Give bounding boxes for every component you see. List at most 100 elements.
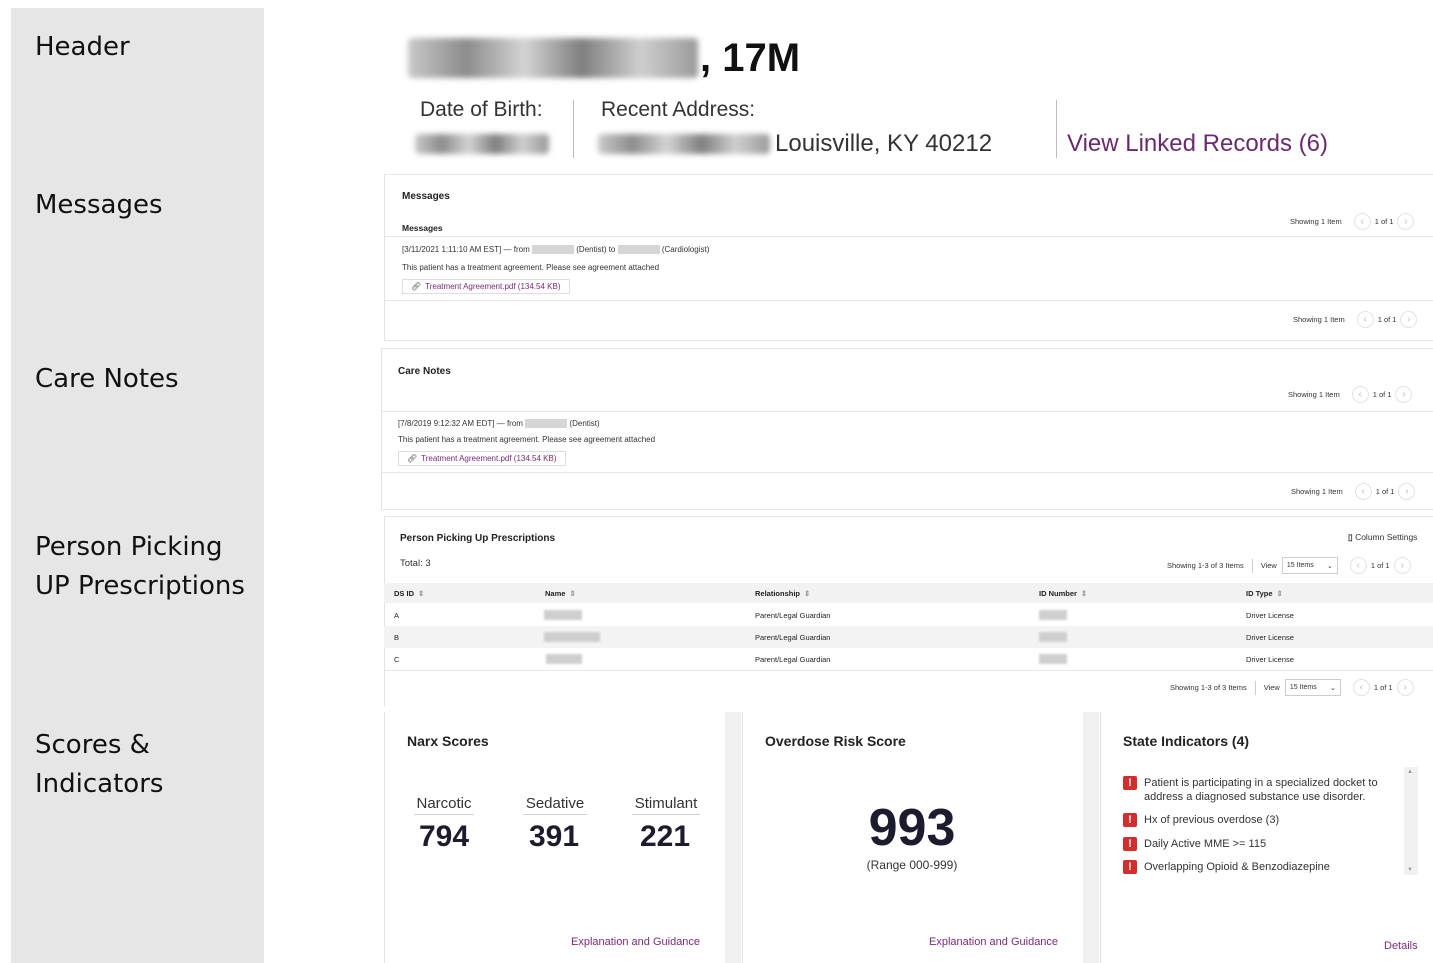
redacted-street bbox=[598, 134, 770, 154]
redacted-id-number bbox=[1039, 632, 1067, 642]
redacted-id-number bbox=[1039, 610, 1067, 620]
dob-label: Date of Birth: bbox=[420, 98, 543, 121]
indicator-item: ! Patient is participating in a speciali… bbox=[1123, 776, 1398, 804]
column-header-label: Relationship bbox=[755, 589, 801, 598]
table-row[interactable]: A Parent/Legal Guardian Driver License bbox=[384, 604, 1433, 626]
narx-explanation-link[interactable]: Explanation and Guidance bbox=[571, 936, 700, 948]
column-header-label: ID Number bbox=[1039, 589, 1077, 598]
message-from-role: (Dentist) to bbox=[576, 245, 616, 254]
care-note-attachment-link[interactable]: 🔗︎ Treatment Agreement.pdf (134.54 KB) bbox=[398, 451, 566, 466]
chevron-left-icon[interactable]: ‹ bbox=[1356, 311, 1374, 328]
indicator-text: Hx of previous overdose (3) bbox=[1144, 814, 1280, 826]
pager-showing: Showing 1 Item bbox=[1293, 315, 1345, 324]
narcotic-label: Narcotic bbox=[416, 795, 472, 812]
section-label-header: Header bbox=[35, 32, 130, 62]
patient-age-sex: , 17M bbox=[700, 35, 801, 80]
column-settings-button[interactable]: ▯ Column Settings bbox=[1348, 532, 1417, 543]
pickup-table-header: DS ID ⇕ Name ⇕ Relationship ⇕ ID Number ⇕ ID… bbox=[384, 583, 1433, 603]
indicators-details-link[interactable]: Details bbox=[1384, 940, 1418, 952]
section-label-pickup: Person Picking UP Prescriptions bbox=[35, 532, 245, 601]
pager-showing: Showing 1 Item bbox=[1290, 217, 1342, 226]
messages-pager-bottom: Showing 1 Item ‹ 1 of 1 › bbox=[1293, 311, 1421, 328]
column-header-ds-id[interactable]: DS ID ⇕ bbox=[394, 589, 424, 598]
pager-showing: Showing 1-3 of 3 Items bbox=[1167, 561, 1244, 570]
pager-page: 1 of 1 bbox=[1372, 390, 1392, 399]
pager-page: 1 of 1 bbox=[1374, 217, 1394, 226]
header-divider bbox=[573, 100, 574, 158]
pager-view-label: View bbox=[1263, 683, 1280, 692]
attachment-label: Treatment Agreement.pdf (134.54 KB) bbox=[425, 282, 561, 291]
column-header-label: DS ID bbox=[394, 589, 415, 598]
indicator-text: Daily Active MME >= 115 bbox=[1144, 838, 1267, 850]
alert-icon: ! bbox=[1123, 813, 1137, 827]
chevron-left-icon[interactable]: ‹ bbox=[1353, 213, 1371, 230]
indicators-scrollbar[interactable]: ▲ ▼ bbox=[1404, 767, 1418, 875]
message-attachment-link[interactable]: 🔗︎ Treatment Agreement.pdf (134.54 KB) bbox=[402, 279, 570, 294]
column-header-id-number[interactable]: ID Number ⇕ bbox=[1039, 589, 1087, 598]
divider bbox=[381, 472, 1433, 473]
patient-name: , 17M bbox=[408, 36, 800, 80]
divider bbox=[384, 236, 1433, 237]
chevron-left-icon[interactable]: ‹ bbox=[1349, 557, 1367, 574]
paperclip-icon: 🔗︎ bbox=[411, 282, 422, 291]
narx-title: Narx Scores bbox=[407, 733, 489, 749]
redacted-id-number bbox=[1039, 654, 1067, 664]
messages-pager-top: Showing 1 Item ‹ 1 of 1 › bbox=[1290, 213, 1418, 230]
column-header-relationship[interactable]: Relationship ⇕ bbox=[755, 589, 810, 598]
pager-page: 1 of 1 bbox=[1377, 315, 1397, 324]
messages-section-title: Messages bbox=[402, 223, 443, 233]
scroll-down-icon[interactable]: ▼ bbox=[1407, 867, 1413, 873]
sort-icon: ⇕ bbox=[1080, 589, 1088, 598]
chevron-left-icon[interactable]: ‹ bbox=[1354, 483, 1372, 500]
pickup-total: Total: 3 bbox=[400, 558, 431, 569]
items-per-page-select[interactable]: 15 Items ⌄ bbox=[1281, 557, 1338, 574]
chevron-left-icon[interactable]: ‹ bbox=[1352, 679, 1370, 696]
cell-ds-id: B bbox=[394, 633, 400, 642]
message-meta: [3/11/2021 1:11:10 AM EST] — from (Denti… bbox=[402, 245, 710, 255]
chevron-right-icon[interactable]: › bbox=[1400, 311, 1418, 328]
scroll-up-icon[interactable]: ▲ bbox=[1407, 769, 1413, 775]
items-per-page-select[interactable]: 15 Items ⌄ bbox=[1284, 679, 1341, 696]
section-label-scores: Scores & Indicators bbox=[35, 730, 164, 799]
attachment-label: Treatment Agreement.pdf (134.54 KB) bbox=[421, 454, 557, 463]
message-to-role: (Cardiologist) bbox=[661, 245, 710, 254]
columns-icon: ▯ bbox=[1348, 532, 1353, 542]
divider bbox=[384, 300, 1433, 301]
sedative-score: 391 bbox=[528, 820, 580, 853]
cell-id-type: Driver License bbox=[1246, 655, 1294, 664]
message-body: This patient has a treatment agreement. … bbox=[402, 263, 660, 272]
cell-id-type: Driver License bbox=[1246, 633, 1294, 642]
pager-showing: Showing 1 Item bbox=[1288, 390, 1340, 399]
chevron-right-icon[interactable]: › bbox=[1393, 557, 1411, 574]
card-gap bbox=[725, 712, 741, 963]
sort-icon: ⇕ bbox=[1276, 589, 1283, 598]
alert-icon: ! bbox=[1123, 837, 1137, 851]
chevron-right-icon[interactable]: › bbox=[1397, 213, 1415, 230]
stimulant-score: 221 bbox=[639, 820, 691, 853]
redacted-dob bbox=[415, 134, 549, 154]
section-label-care-notes: Care Notes bbox=[35, 364, 179, 394]
overdose-title: Overdose Risk Score bbox=[765, 733, 906, 749]
redacted-name bbox=[544, 632, 600, 642]
indicator-text: Patient is participating in a specialize… bbox=[1144, 777, 1378, 803]
view-linked-records-link[interactable]: View Linked Records (6) bbox=[1067, 130, 1328, 158]
table-row[interactable]: B Parent/Legal Guardian Driver License bbox=[384, 626, 1433, 648]
indicator-text: Overlapping Opioid & Benzodiazepine bbox=[1144, 861, 1330, 873]
cell-relationship: Parent/Legal Guardian bbox=[755, 655, 831, 664]
divider bbox=[381, 411, 1433, 412]
redacted-name bbox=[544, 610, 582, 620]
chevron-down-icon: ⌄ bbox=[1326, 562, 1333, 570]
chevron-right-icon[interactable]: › bbox=[1396, 679, 1414, 696]
column-header-name[interactable]: Name ⇕ bbox=[545, 589, 576, 598]
chevron-right-icon[interactable]: › bbox=[1395, 386, 1413, 403]
chevron-right-icon[interactable]: › bbox=[1398, 483, 1416, 500]
indicator-item: ! Hx of previous overdose (3) bbox=[1123, 813, 1398, 827]
column-settings-label: Column Settings bbox=[1355, 532, 1418, 542]
table-row[interactable]: C Parent/Legal Guardian Driver License bbox=[384, 648, 1433, 670]
state-indicators-title: State Indicators (4) bbox=[1123, 733, 1250, 749]
overdose-explanation-link[interactable]: Explanation and Guidance bbox=[929, 936, 1058, 948]
label-underline bbox=[632, 814, 700, 815]
column-header-id-type[interactable]: ID Type ⇕ bbox=[1246, 589, 1283, 598]
divider bbox=[1251, 558, 1253, 573]
chevron-left-icon[interactable]: ‹ bbox=[1351, 386, 1369, 403]
